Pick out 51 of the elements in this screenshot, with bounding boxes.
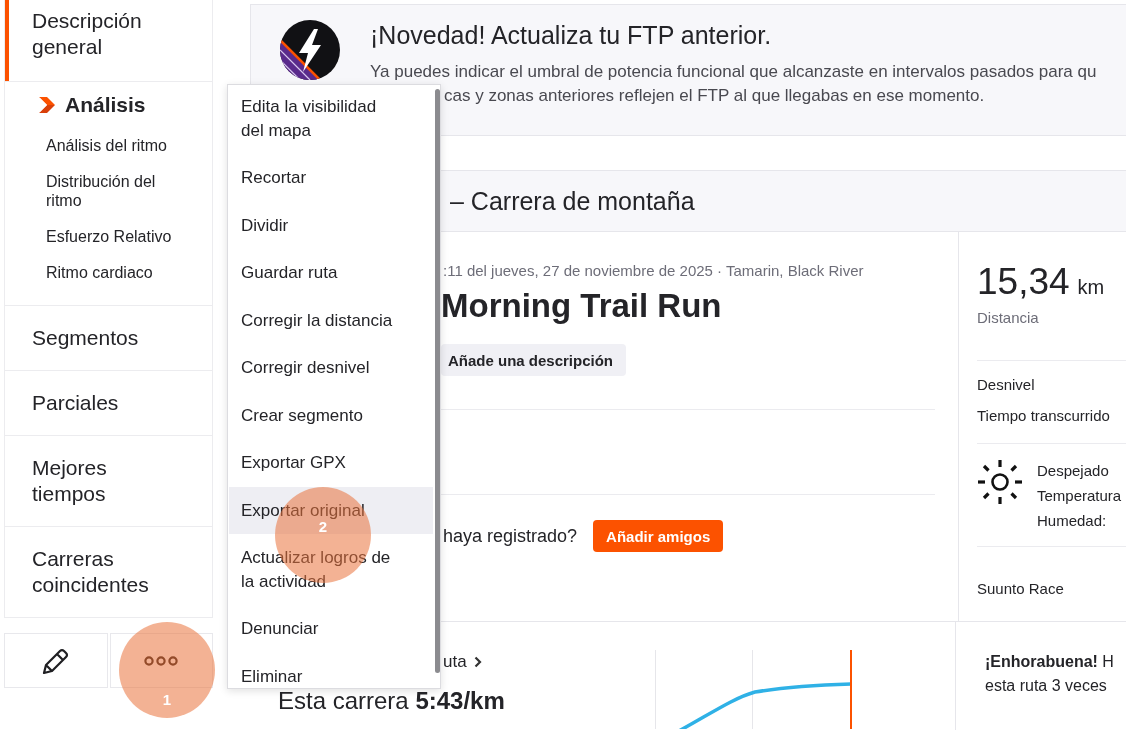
- more-icon: [144, 655, 179, 666]
- distance-value: 15,34: [977, 262, 1070, 302]
- nav-subitem[interactable]: Análisis del ritmo: [46, 136, 167, 155]
- device-name: Suunto Race: [977, 579, 1064, 599]
- edit-button[interactable]: [4, 633, 108, 688]
- stat-label: Desnivel: [977, 375, 1035, 395]
- step-marker: 1: [119, 622, 215, 718]
- nav-subitem[interactable]: Esfuerzo Relativo: [46, 227, 172, 246]
- scrollbar[interactable]: [435, 89, 440, 673]
- menu-item[interactable]: Actualizar logros de la actividad: [229, 534, 433, 605]
- banner-text: cas y zonas anteriores reflejen el FTP al que llegabas en ese momento.: [444, 85, 985, 107]
- chevron-icon: [473, 656, 482, 668]
- nav-item[interactable]: Parciales: [5, 371, 212, 436]
- lightning-icon: [280, 20, 340, 80]
- banner-title: ¡Novedad! Actualiza tu FTP anterior.: [370, 20, 772, 50]
- menu-item[interactable]: Crear segmento: [229, 391, 433, 439]
- nav-subitem[interactable]: Distribución del ritmo: [46, 172, 186, 210]
- menu-item[interactable]: Guardar ruta: [229, 249, 433, 297]
- pace-text: Esta carrera 5:43/km: [278, 686, 505, 716]
- distance-unit: km: [1077, 275, 1105, 300]
- nav-item[interactable]: Carreras coincidentes: [5, 527, 212, 618]
- sun-icon: [977, 459, 1023, 505]
- nav-item[interactable]: Mejores tiempos: [5, 436, 212, 527]
- menu-item[interactable]: Corregir la distancia: [229, 296, 433, 344]
- menu-item[interactable]: Eliminar: [229, 652, 433, 688]
- friends-prompt: haya registrado?: [443, 525, 578, 548]
- weather-text: Despejado: [1037, 461, 1109, 481]
- distance-label: Distancia: [977, 308, 1039, 328]
- menu-item[interactable]: Edita la visibilidad del mapa: [229, 85, 433, 154]
- activity-type: – Carrera de montaña: [450, 186, 695, 216]
- weather-text: Temperatura: [1037, 486, 1122, 506]
- menu-item[interactable]: Dividir: [229, 201, 433, 249]
- more-button[interactable]: [109, 633, 213, 688]
- congrats-text: ¡Enhorabuena! H: [985, 652, 1114, 672]
- stat-label: Tiempo transcurrido: [977, 406, 1110, 426]
- activity-title: Morning Trail Run: [441, 286, 722, 326]
- route-link[interactable]: uta: [443, 651, 482, 673]
- banner-text: Ya puedes indicar el umbral de potencia funcional que alcanzaste en intervalos pasados para qu: [370, 61, 1097, 83]
- nav-item[interactable]: Análisis: [5, 92, 146, 119]
- nav-item[interactable]: Descripción general: [5, 0, 212, 82]
- nav-subitem[interactable]: Ritmo cardiaco: [46, 263, 153, 282]
- weather-text: Humedad:: [1037, 511, 1107, 531]
- nav-item[interactable]: Segmentos: [5, 306, 212, 371]
- chevron-icon: [38, 96, 56, 114]
- menu-item[interactable]: Denunciar: [229, 605, 433, 653]
- menu-item[interactable]: Exportar GPX: [229, 439, 433, 487]
- menu-item[interactable]: Recortar: [229, 154, 433, 202]
- activity-meta: :11 del jueves, 27 de noviembre de 2025 · Tamarin, Black River: [443, 261, 864, 281]
- menu-item[interactable]: Corregir desnivel: [229, 344, 433, 392]
- congrats-text: esta ruta 3 veces: [985, 676, 1107, 696]
- add-description-button[interactable]: Añade una descripción: [441, 344, 627, 376]
